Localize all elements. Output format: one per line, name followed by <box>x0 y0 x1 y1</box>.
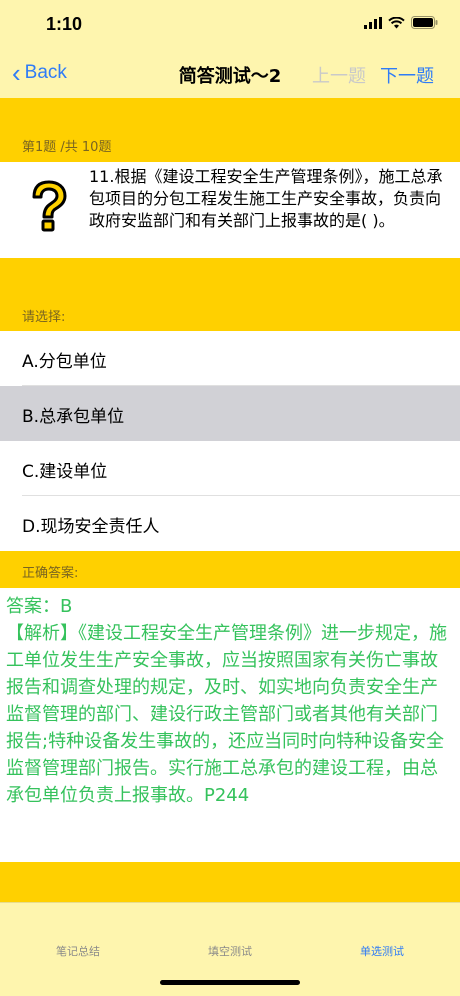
signal-icon <box>364 16 382 29</box>
correct-answer: 答案：B <box>6 596 73 617</box>
navigation-bar: ‹ Back 简答测试～2 上一题 下一题 <box>0 50 460 98</box>
next-question-button[interactable]: 下一题 <box>380 62 434 88</box>
question-progress: 第1题 /共 10题 <box>22 140 112 155</box>
option-a[interactable]: A.分包单位 <box>0 331 460 386</box>
status-icons <box>364 16 438 29</box>
question-mark-icon <box>32 180 67 232</box>
tab-notes-summary[interactable]: 笔记总结 <box>28 943 128 959</box>
home-indicator <box>160 980 300 985</box>
option-label: C.建设单位 <box>22 462 108 482</box>
tab-single-choice-test[interactable]: 单选测试 <box>332 943 432 959</box>
status-time: 1:10 <box>46 14 83 34</box>
options-header: 请选择: <box>22 310 66 325</box>
option-d[interactable]: D.现场安全责任人 <box>0 496 460 551</box>
option-label: B.总承包单位 <box>22 407 125 427</box>
question-header-band: 第1题 /共 10题 <box>0 98 460 162</box>
options-header-band: 请选择: <box>0 258 460 331</box>
answer-header-band: 正确答案: <box>0 551 460 588</box>
answer-analysis: 【解析】《建设工程安全生产管理条例》进一步规定，施工单位发生生产安全事故，应当按… <box>6 623 447 806</box>
previous-question-button[interactable]: 上一题 <box>312 62 366 88</box>
bottom-band <box>0 862 460 902</box>
tab-fill-blank-test[interactable]: 填空测试 <box>180 943 280 959</box>
option-c[interactable]: C.建设单位 <box>0 441 460 496</box>
question-text: 11.根据《建设工程安全生产管理条例》，施工总承包项目的分包工程发生施工生产安全… <box>89 167 443 230</box>
status-bar: 1:10 <box>0 0 460 50</box>
question-card: 11.根据《建设工程安全生产管理条例》，施工总承包项目的分包工程发生施工生产安全… <box>0 162 460 258</box>
option-label: A.分包单位 <box>22 352 107 372</box>
answer-header: 正确答案: <box>22 566 79 581</box>
answer-card: 答案：B 【解析】《建设工程安全生产管理条例》进一步规定，施工单位发生生产安全事… <box>0 588 460 862</box>
option-label: D.现场安全责任人 <box>22 517 160 537</box>
wifi-icon <box>388 16 405 28</box>
option-b[interactable]: B.总承包单位 <box>0 386 460 441</box>
battery-icon <box>411 16 438 29</box>
